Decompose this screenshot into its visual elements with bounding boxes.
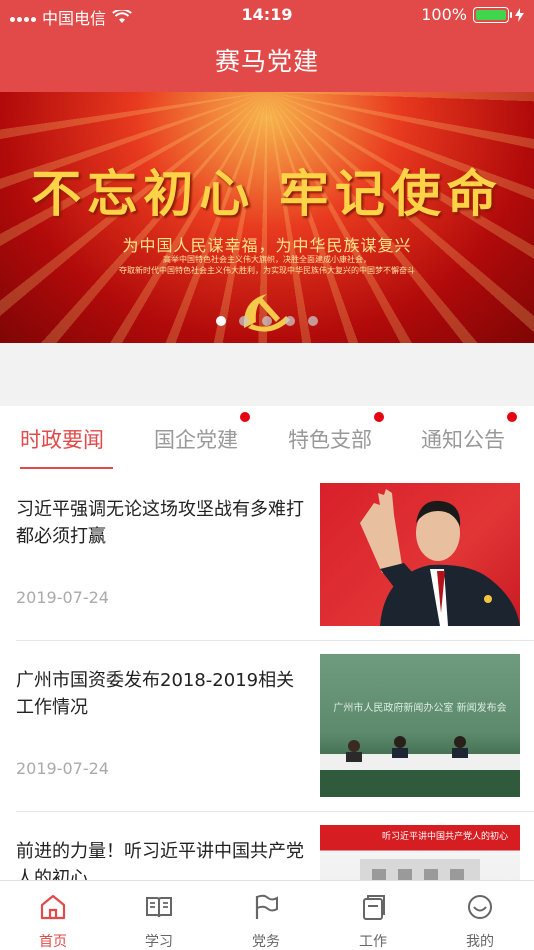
news-title: 习近平强调无论这场攻坚战有多难打都必须打赢	[16, 499, 304, 547]
home-icon	[40, 894, 66, 920]
news-date: 2019-07-24	[16, 588, 109, 607]
category-tabs: 时政要闻 国企党建 特色支部 通知公告	[0, 406, 534, 469]
flag-icon	[255, 894, 278, 919]
person-waving-image	[360, 489, 520, 626]
tab-label: 通知公告	[421, 428, 505, 452]
tab-current-affairs[interactable]: 时政要闻	[20, 424, 104, 454]
top-bar: 中国电信 14:19 100% 赛马党建	[0, 0, 534, 92]
tabbar-label: 我的	[466, 934, 494, 950]
tabbar-home[interactable]: 首页	[0, 881, 106, 950]
tab-label: 特色支部	[288, 428, 372, 452]
tabbar-label: 首页	[39, 934, 67, 950]
tabbar-label: 工作	[359, 934, 387, 950]
news-thumbnail	[320, 483, 520, 626]
section-spacer	[0, 343, 534, 406]
carousel-dot[interactable]	[262, 316, 272, 326]
document-icon	[363, 895, 385, 920]
tab-featured-branch[interactable]: 特色支部	[288, 412, 384, 454]
tabbar-label: 党务	[252, 934, 280, 950]
banner-small-text: 高举中国特色社会主义伟大旗帜，决胜全面建成小康社会， 夺取新时代中国特色社会主义…	[0, 254, 534, 276]
unread-dot	[507, 412, 517, 422]
carousel-dot[interactable]	[239, 316, 249, 326]
book-icon	[146, 897, 172, 918]
tab-notices[interactable]: 通知公告	[421, 412, 517, 454]
tabbar-label: 学习	[145, 934, 173, 950]
tabbar-party-affairs[interactable]: 党务	[213, 881, 319, 950]
carousel-dot[interactable]	[285, 316, 295, 326]
news-item[interactable]: 广州市国资委发布2018-2019相关工作情况 2019-07-24 广州市人民…	[0, 641, 534, 812]
banner-slogan: 不忘初心 牢记使命	[31, 164, 503, 223]
smile-icon	[468, 895, 492, 919]
unread-dot	[374, 412, 384, 422]
party-emblem-icon	[243, 294, 290, 332]
page-title: 赛马党建	[214, 47, 319, 76]
tab-label: 国企党建	[154, 428, 238, 452]
banner-small-line-1: 高举中国特色社会主义伟大旗帜，决胜全面建成小康社会，	[163, 255, 371, 264]
bottom-tab-bar: 首页 学习 党务 工作 我的	[0, 880, 534, 950]
carousel-indicator	[216, 316, 318, 326]
active-tab-indicator	[20, 467, 113, 469]
status-bar: 中国电信 14:19 100%	[0, 0, 534, 30]
carousel-dot[interactable]	[308, 316, 318, 326]
news-item[interactable]: 习近平强调无论这场攻坚战有多难打都必须打赢 2019-07-24	[0, 470, 534, 641]
tab-soe-party[interactable]: 国企党建	[154, 412, 250, 454]
tabbar-me[interactable]: 我的	[427, 881, 533, 950]
banner-carousel[interactable]: 不忘初心 牢记使命 为中国人民谋幸福，为中华民族谋复兴 高举中国特色社会主义伟大…	[0, 92, 534, 343]
battery-icon	[473, 6, 512, 23]
news-thumbnail: 广州市人民政府新闻办公室 新闻发布会	[320, 654, 520, 797]
press-conference-image	[320, 736, 520, 797]
banner-subtitle: 为中国人民谋幸福，为中华民族谋复兴	[122, 236, 412, 255]
news-date: 2019-07-24	[16, 759, 109, 778]
unread-dot	[240, 412, 250, 422]
charging-icon	[515, 7, 524, 22]
tab-label: 时政要闻	[20, 428, 104, 452]
banner-small-line-2: 夺取新时代中国特色社会主义伟大胜利，为实现中华民族伟大复兴的中国梦不懈奋斗	[119, 266, 415, 275]
carousel-dot[interactable]	[216, 316, 226, 326]
battery-percent: 100%	[421, 5, 467, 24]
tabbar-work[interactable]: 工作	[320, 881, 426, 950]
tabbar-study[interactable]: 学习	[106, 881, 212, 950]
news-title: 广州市国资委发布2018-2019相关工作情况	[16, 670, 295, 718]
